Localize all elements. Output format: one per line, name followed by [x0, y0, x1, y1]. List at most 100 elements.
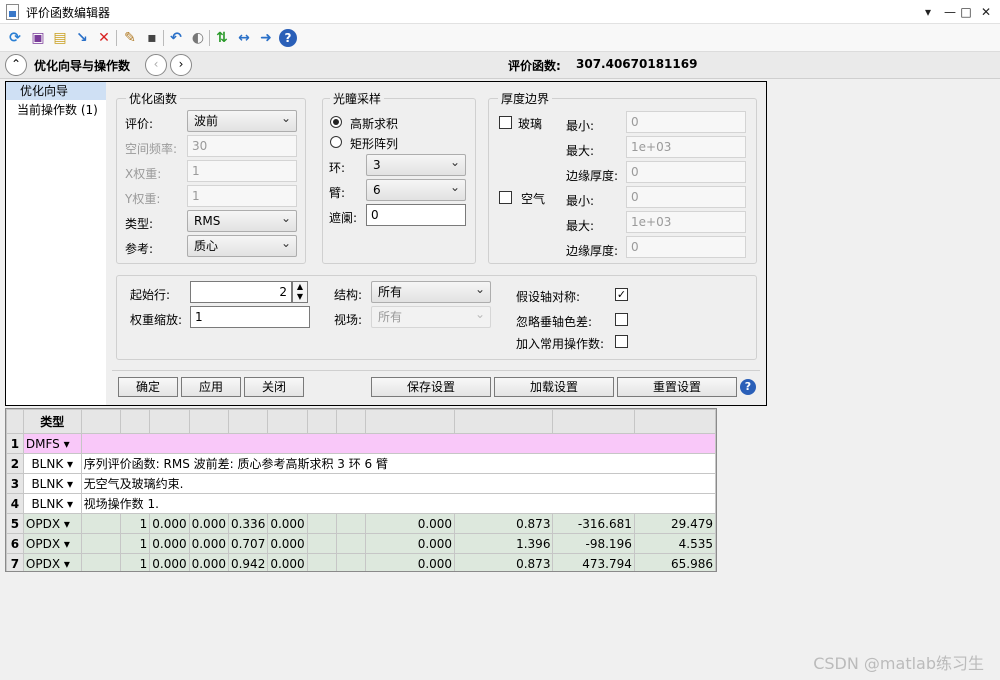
weight-cell[interactable]: 0.873: [454, 553, 554, 571]
rings-select[interactable]: 3: [366, 152, 466, 176]
cell[interactable]: 0.000: [149, 533, 190, 554]
cell[interactable]: 1: [119, 533, 151, 554]
delete-icon[interactable]: ✕: [94, 28, 114, 48]
cell[interactable]: 0.000: [188, 533, 229, 554]
window-menu-button[interactable]: ▾: [918, 3, 938, 21]
weight-scale-input[interactable]: 1: [190, 306, 310, 328]
undo-icon[interactable]: ↶: [166, 28, 186, 48]
freq-input[interactable]: 30: [187, 135, 297, 157]
operand-type-cell[interactable]: BLNK ▾: [22, 473, 82, 494]
cell[interactable]: 0.000: [149, 553, 190, 571]
glass-edge-input[interactable]: 0: [626, 161, 746, 183]
table-row[interactable]: 5 OPDX ▾ 1 0.000 0.000 0.336 0.000 0.000…: [6, 513, 716, 534]
axis-symmetry-checkbox[interactable]: ✓: [615, 288, 628, 301]
cell[interactable]: [80, 513, 121, 534]
ref-select[interactable]: 质心: [187, 233, 297, 257]
box-icon[interactable]: ▪: [142, 28, 162, 48]
cell[interactable]: 1: [119, 553, 151, 571]
comment-cell[interactable]: 无空气及玻璃约束.: [80, 473, 716, 494]
save-icon[interactable]: ▣: [28, 28, 48, 48]
xweight-input[interactable]: 1: [187, 160, 297, 182]
cell[interactable]: 0.336: [227, 513, 269, 534]
load-icon[interactable]: ▤: [50, 28, 70, 48]
cell[interactable]: [80, 553, 121, 571]
nav-item-current-operands[interactable]: 当前操作数 (1): [6, 101, 106, 119]
operand-type-cell[interactable]: BLNK ▾: [22, 493, 82, 514]
nav-item-optimization-wizard[interactable]: 优化向导: [6, 82, 106, 100]
reset-settings-button[interactable]: 重置设置: [617, 377, 737, 397]
column-header-type[interactable]: 类型: [22, 409, 82, 434]
air-edge-input[interactable]: 0: [626, 236, 746, 258]
glass-checkbox[interactable]: [499, 116, 512, 129]
table-row[interactable]: 2 BLNK ▾ 序列评价函数: RMS 波前差: 质心参考高斯求积 3 环 6…: [6, 453, 716, 474]
cell[interactable]: 0.000: [188, 553, 229, 571]
table-row[interactable]: 3 BLNK ▾ 无空气及玻璃约束.: [6, 473, 716, 494]
operand-type-cell[interactable]: OPDX ▾: [22, 513, 82, 534]
target-cell[interactable]: 0.000: [365, 513, 456, 534]
cell[interactable]: [336, 513, 367, 534]
cell[interactable]: 0.000: [188, 513, 229, 534]
target-cell[interactable]: 0.000: [365, 553, 456, 571]
cell[interactable]: [336, 533, 367, 554]
cell[interactable]: 0.000: [149, 513, 190, 534]
cell[interactable]: [306, 553, 338, 571]
back-button[interactable]: ‹: [145, 54, 167, 76]
toggle-icon[interactable]: ◐: [188, 28, 208, 48]
cell[interactable]: 0.000: [267, 513, 308, 534]
help-icon[interactable]: ?: [740, 379, 756, 395]
close-window-button[interactable]: ✕: [976, 3, 996, 21]
start-row-stepper[interactable]: ▲ ▼: [292, 281, 308, 303]
cell[interactable]: 1: [119, 513, 151, 534]
operand-type-cell[interactable]: OPDX ▾: [22, 533, 82, 554]
forward-button[interactable]: ›: [170, 54, 192, 76]
gauss-radio[interactable]: [330, 116, 342, 128]
apply-button[interactable]: 应用: [181, 377, 241, 397]
air-min-input[interactable]: 0: [626, 186, 746, 208]
expand-icon[interactable]: ↔: [234, 28, 254, 48]
table-row[interactable]: 4 BLNK ▾ 视场操作数 1.: [6, 493, 716, 514]
help-icon[interactable]: ?: [279, 29, 297, 47]
comment-cell[interactable]: 序列评价函数: RMS 波前差: 质心参考高斯求积 3 环 6 臂: [80, 453, 716, 474]
table-row[interactable]: 7 OPDX ▾ 1 0.000 0.000 0.942 0.000 0.000…: [6, 553, 716, 571]
comment-cell[interactable]: 视场操作数 1.: [80, 493, 716, 514]
glass-max-input[interactable]: 1e+03: [626, 136, 746, 158]
sort-icon[interactable]: ⇅: [212, 28, 232, 48]
maximize-button[interactable]: □: [956, 3, 976, 21]
air-checkbox[interactable]: [499, 191, 512, 204]
table-row[interactable]: 6 OPDX ▾ 1 0.000 0.000 0.707 0.000 0.000…: [6, 533, 716, 554]
target-cell[interactable]: 0.000: [365, 533, 456, 554]
load-settings-button[interactable]: 加载设置: [494, 377, 614, 397]
cell[interactable]: [306, 533, 338, 554]
save-settings-button[interactable]: 保存设置: [371, 377, 491, 397]
type-select[interactable]: RMS: [187, 208, 297, 232]
weight-cell[interactable]: 0.873: [454, 513, 554, 534]
operand-type-cell[interactable]: BLNK ▾: [22, 453, 82, 474]
close-button[interactable]: 关闭: [244, 377, 304, 397]
cell[interactable]: 0.000: [267, 533, 308, 554]
cell[interactable]: 0.707: [227, 533, 269, 554]
operand-type-cell[interactable]: OPDX ▾: [22, 553, 82, 571]
wizard-icon[interactable]: ✎: [120, 28, 140, 48]
air-max-input[interactable]: 1e+03: [626, 211, 746, 233]
collapse-button[interactable]: ⌃: [5, 54, 27, 76]
operand-type-cell[interactable]: DMFS ▾: [22, 433, 82, 454]
arms-select[interactable]: 6: [366, 177, 466, 201]
cell[interactable]: [80, 533, 121, 554]
arrow-right-icon[interactable]: ➜: [256, 28, 276, 48]
ok-button[interactable]: 确定: [118, 377, 178, 397]
cell[interactable]: [306, 513, 338, 534]
obscuration-input[interactable]: 0: [366, 204, 466, 226]
field-select[interactable]: 所有: [371, 304, 491, 328]
config-select[interactable]: 所有: [371, 279, 491, 303]
cell[interactable]: 0.000: [267, 553, 308, 571]
insert-icon[interactable]: ↘: [72, 28, 92, 48]
cell[interactable]: 0.942: [227, 553, 269, 571]
glass-min-input[interactable]: 0: [626, 111, 746, 133]
yweight-input[interactable]: 1: [187, 185, 297, 207]
cell[interactable]: [336, 553, 367, 571]
table-row[interactable]: 1 DMFS ▾: [6, 433, 716, 454]
weight-cell[interactable]: 1.396: [454, 533, 554, 554]
ignore-lateral-color-checkbox[interactable]: [615, 313, 628, 326]
refresh-icon[interactable]: ⟳: [5, 28, 25, 48]
eval-select[interactable]: 波前: [187, 108, 297, 132]
